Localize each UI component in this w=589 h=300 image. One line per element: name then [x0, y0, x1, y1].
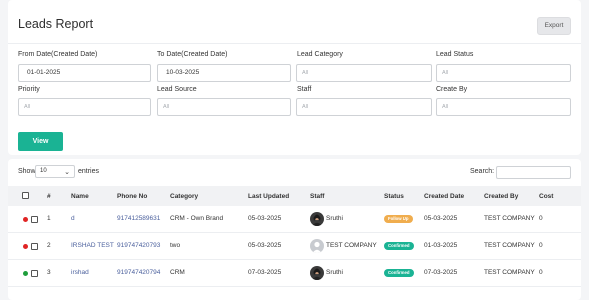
lead-name-link[interactable]: d: [71, 215, 75, 222]
page-length-value: 10: [40, 168, 47, 174]
lead-source-label: Lead Source: [157, 86, 197, 93]
col-header-phone[interactable]: Phone No: [117, 193, 147, 200]
avatar: [310, 212, 324, 226]
phone-link[interactable]: 917412589631: [117, 215, 160, 222]
category-cell: two: [170, 242, 181, 249]
from-date-label: From Date(Created Date): [18, 51, 98, 58]
staff-name: TEST COMPANY: [326, 242, 377, 249]
search-input[interactable]: [496, 166, 571, 179]
staff-name: Sruthi: [326, 215, 343, 222]
row-number: 2: [47, 242, 51, 249]
created-date-cell: 05-03-2025: [424, 215, 458, 222]
status-badge: Confirmed: [384, 242, 414, 250]
row-number: 1: [47, 215, 51, 222]
table-row[interactable]: 1 d 917412589631 CRM - Own Brand 05-03-2025 S…: [8, 206, 581, 233]
avatar: [310, 266, 324, 280]
col-header-last-updated[interactable]: Last Updated: [248, 193, 289, 200]
lead-status-label: Lead Status: [436, 51, 474, 58]
category-cell: CRM: [170, 269, 185, 276]
show-label: Show: [18, 168, 36, 175]
col-header-status[interactable]: Status: [384, 193, 404, 200]
lead-category-select[interactable]: All: [296, 64, 432, 82]
view-button[interactable]: View: [18, 132, 63, 151]
priority-indicator: [23, 244, 28, 249]
col-header-created-by[interactable]: Created By: [484, 193, 518, 200]
to-date-input[interactable]: 10-03-2025: [157, 64, 291, 82]
priority-label: Priority: [18, 86, 40, 93]
page-length-select[interactable]: 10 ⌄: [35, 165, 75, 178]
row-checkbox[interactable]: [31, 216, 38, 223]
from-date-input[interactable]: 01-01-2025: [18, 64, 151, 82]
phone-link[interactable]: 919747420793: [117, 242, 160, 249]
table-card: Show 10 ⌄ entries Search: # Name Phone N…: [8, 159, 581, 300]
created-date-cell: 07-03-2025: [424, 269, 458, 276]
created-by-cell: TEST COMPANY: [484, 215, 535, 222]
table-header: # Name Phone No Category Last Updated St…: [8, 186, 581, 206]
lead-name-link[interactable]: irshad: [71, 269, 89, 276]
lead-status-select[interactable]: All: [436, 64, 571, 82]
last-updated-cell: 05-03-2025: [248, 215, 282, 222]
row-checkbox[interactable]: [31, 243, 38, 250]
category-cell: CRM - Own Brand: [170, 215, 224, 222]
col-header-created-date[interactable]: Created Date: [424, 193, 464, 200]
created-by-label: Create By: [436, 86, 468, 93]
col-header-name[interactable]: Name: [71, 193, 89, 200]
last-updated-cell: 07-03-2025: [248, 269, 282, 276]
col-header-category[interactable]: Category: [170, 193, 198, 200]
created-by-select[interactable]: All: [436, 98, 571, 116]
staff-name: Sruthi: [326, 269, 343, 276]
table-row[interactable]: 3 irshad 919747420794 CRM 07-03-2025 Sruthi Co…: [8, 260, 581, 287]
priority-indicator: [23, 217, 28, 222]
to-date-label: To Date(Created Date): [157, 51, 228, 58]
avatar: [310, 239, 324, 253]
priority-select[interactable]: All: [18, 98, 151, 116]
entries-label: entries: [78, 168, 100, 175]
cost-cell: 0: [539, 215, 543, 222]
header-divider: [8, 43, 581, 44]
priority-indicator: [23, 271, 28, 276]
phone-link[interactable]: 919747420794: [117, 269, 160, 276]
select-all-checkbox[interactable]: [22, 192, 29, 199]
cost-cell: 0: [539, 242, 543, 249]
lead-source-select[interactable]: All: [157, 98, 291, 116]
status-badge: Follow Up: [384, 215, 413, 223]
lead-name-link[interactable]: IRSHAD TEST: [71, 242, 114, 249]
last-updated-cell: 05-03-2025: [248, 242, 282, 249]
row-number: 3: [47, 269, 51, 276]
lead-category-label: Lead Category: [297, 51, 343, 58]
search-label: Search:: [470, 168, 495, 175]
staff-select[interactable]: All: [296, 98, 432, 116]
col-header-cost[interactable]: Cost: [539, 193, 553, 200]
created-by-cell: TEST COMPANY: [484, 269, 535, 276]
page-title: Leads Report: [18, 17, 94, 31]
created-by-cell: TEST COMPANY: [484, 242, 535, 249]
filter-card: Leads Report Export From Date(Created Da…: [8, 0, 581, 155]
chevron-down-icon: ⌄: [64, 169, 70, 176]
staff-label: Staff: [297, 86, 312, 93]
status-badge: Confirmed: [384, 269, 414, 277]
cost-cell: 0: [539, 269, 543, 276]
row-checkbox[interactable]: [31, 270, 38, 277]
export-button[interactable]: Export: [537, 17, 571, 35]
created-date-cell: 01-03-2025: [424, 242, 458, 249]
col-header-num[interactable]: #: [47, 193, 51, 200]
col-header-staff[interactable]: Staff: [310, 193, 324, 200]
table-row[interactable]: 2 IRSHAD TEST 919747420793 two 05-03-2025 TES…: [8, 233, 581, 260]
